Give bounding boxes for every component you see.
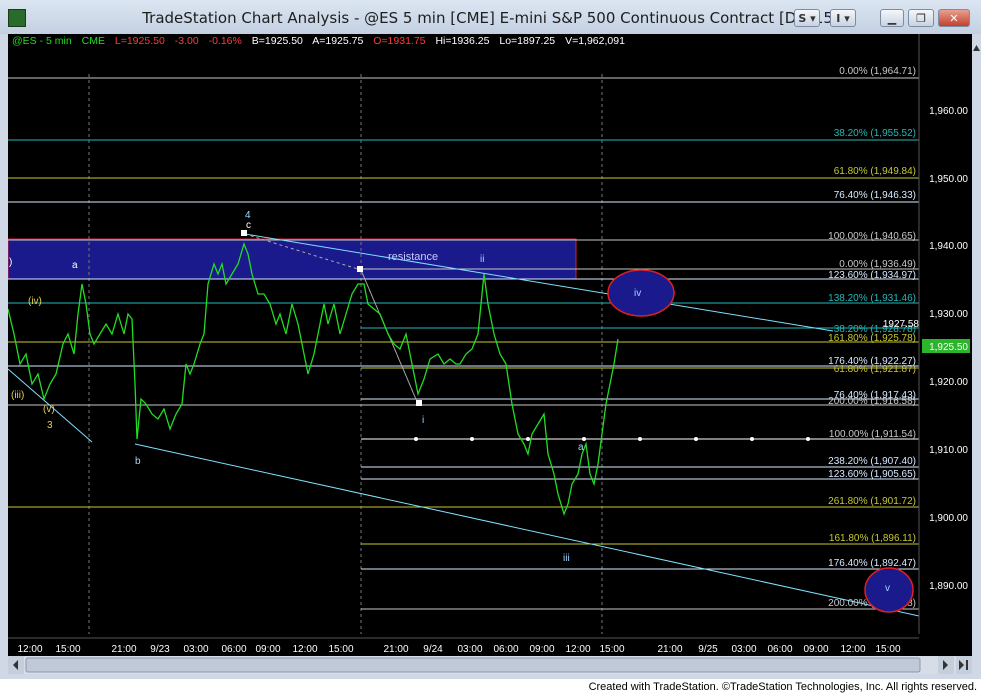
- fib-label: 61.80% (1,949.84): [834, 166, 916, 177]
- marker-dot: [750, 437, 754, 441]
- vertical-scroll-up-arrow[interactable]: [972, 38, 981, 51]
- fib-label: 138.20% (1,931.46): [828, 293, 916, 304]
- time-axis-label: 03:00: [731, 644, 756, 655]
- horizontal-scrollbar[interactable]: [8, 656, 972, 674]
- time-axis-label: 15:00: [875, 644, 900, 655]
- footer: Created with TradeStation. ©TradeStation…: [0, 679, 981, 696]
- time-axis-label: 06:00: [221, 644, 246, 655]
- wave-label-c: c: [246, 220, 251, 231]
- scrollbar-graphics: [8, 656, 972, 674]
- time-axis-label: 12:00: [292, 644, 317, 655]
- time-axis-label: 15:00: [55, 644, 80, 655]
- symbol-linking-button[interactable]: S ▾: [794, 9, 820, 27]
- title-bar: TradeStation Chart Analysis - @ES 5 min …: [0, 0, 981, 34]
- fib-labels: 0.00% (1,964.71) 38.20% (1,955.52) 61.80…: [828, 66, 916, 609]
- wave-label-iii-paren: (iii): [11, 390, 24, 401]
- marker-dot: [470, 437, 474, 441]
- price-chart[interactable]: @ES - 5 min CME L=1925.50 -3.00 -0.16% B…: [8, 34, 972, 660]
- fib-lines: [8, 77, 919, 610]
- marker-dot: [414, 437, 418, 441]
- wave-label-ii: ii: [480, 254, 484, 265]
- fib-label: 123.60% (1,934.97): [828, 270, 916, 281]
- fib-label: 61.80% (1,921.87): [834, 364, 916, 375]
- time-axis-label: 03:00: [183, 644, 208, 655]
- fib-label: 161.80% (1,925.78): [828, 333, 916, 344]
- time-axis-label: 12:00: [17, 644, 42, 655]
- time-axis-label: 12:00: [840, 644, 865, 655]
- wave-label-iii: iii: [563, 553, 570, 564]
- wave-label-a: a: [72, 260, 78, 271]
- swing-marker: [416, 400, 422, 406]
- chevron-up-icon: [973, 45, 980, 51]
- price-axis-label: 1,930.00: [929, 309, 968, 320]
- fib-label: 176.40% (1,892.47): [828, 558, 916, 569]
- fib-label: 0.00% (1,964.71): [839, 66, 916, 77]
- wave-label-paren: ): [9, 257, 12, 268]
- fib-label: 0.00% (1,936.49): [839, 259, 916, 270]
- fib-label: 261.80% (1,901.72): [828, 496, 916, 507]
- restore-button[interactable]: ❐: [908, 9, 934, 27]
- marker-dot: [806, 437, 810, 441]
- wave-label-b: b: [135, 456, 141, 467]
- time-axis-label: 06:00: [493, 644, 518, 655]
- swing-marker: [357, 266, 363, 272]
- marker-dot: [526, 437, 530, 441]
- time-axis-label: 9/23: [150, 644, 170, 655]
- marker-dot: [582, 437, 586, 441]
- fib-label: 161.80% (1,896.11): [829, 533, 916, 544]
- time-axis-label: 21:00: [657, 644, 682, 655]
- wave-label-3: 3: [47, 420, 53, 431]
- fib-label: 100.00% (1,940.65): [828, 231, 916, 242]
- price-axis-label: 1,910.00: [929, 445, 968, 456]
- time-axis-label: 09:00: [255, 644, 280, 655]
- close-button[interactable]: ✕: [938, 9, 970, 27]
- price-axis-label: 1,920.00: [929, 377, 968, 388]
- time-axis-label: 12:00: [565, 644, 590, 655]
- wave-label-v: v: [885, 583, 890, 594]
- time-axis-label: 09:00: [529, 644, 554, 655]
- time-axis-label: 21:00: [383, 644, 408, 655]
- time-axis-label: 06:00: [767, 644, 792, 655]
- fib-label: 76.40% (1,946.33): [834, 190, 916, 201]
- fib-label: 100.00% (1,911.54): [829, 429, 916, 440]
- minimize-button[interactable]: ▁: [880, 9, 904, 27]
- price-axis-label: 1,940.00: [929, 241, 968, 252]
- time-axis-label: 03:00: [457, 644, 482, 655]
- channel-lower-line: [134, 443, 920, 617]
- wave-label-iv-paren: (iv): [28, 296, 42, 307]
- time-axis-label: 21:00: [111, 644, 136, 655]
- time-axis-label: 9/25: [698, 644, 718, 655]
- resistance-label: resistance: [388, 251, 438, 263]
- wave-label-i: i: [422, 415, 424, 426]
- copyright-text: Created with TradeStation. ©TradeStation…: [588, 681, 977, 693]
- price-axis-label: 1,890.00: [929, 581, 968, 592]
- fib-label: 38.20% (1,955.52): [834, 128, 916, 139]
- price-axis-label: 1,900.00: [929, 513, 968, 524]
- resistance-zone: [8, 238, 577, 280]
- fib-label: 238.20% (1,907.40): [828, 456, 916, 467]
- price-series-line: [8, 242, 619, 516]
- wave-label-a-small: a: [578, 442, 584, 453]
- time-axis-label: 09:00: [803, 644, 828, 655]
- wave-label-iv: iv: [634, 288, 641, 299]
- chart-canvas: resistance ) 0.00% (1,964.71) 38.20% (1,…: [8, 34, 970, 655]
- price-tag-1927: 1927.58: [883, 319, 920, 330]
- price-axis-label: 1,960.00: [929, 106, 968, 117]
- time-axis-label: 9/24: [423, 644, 443, 655]
- end-bar-icon: [966, 660, 968, 670]
- marker-dot: [694, 437, 698, 441]
- time-axis: 12:00 15:00 21:00 9/23 03:00 06:00 09:00…: [17, 644, 900, 655]
- indicator-button[interactable]: I ▾: [830, 9, 856, 27]
- current-price-label: 1,925.50: [929, 342, 968, 353]
- wave-label-v-paren: (v): [43, 404, 55, 415]
- fib-label: 200.00% (1,916.58): [828, 396, 916, 407]
- marker-dot: [638, 437, 642, 441]
- price-axis-label: 1,950.00: [929, 174, 968, 185]
- fib-label: 123.60% (1,905.65): [828, 469, 916, 480]
- time-axis-label: 15:00: [599, 644, 624, 655]
- scroll-thumb[interactable]: [25, 657, 921, 673]
- time-axis-label: 15:00: [328, 644, 353, 655]
